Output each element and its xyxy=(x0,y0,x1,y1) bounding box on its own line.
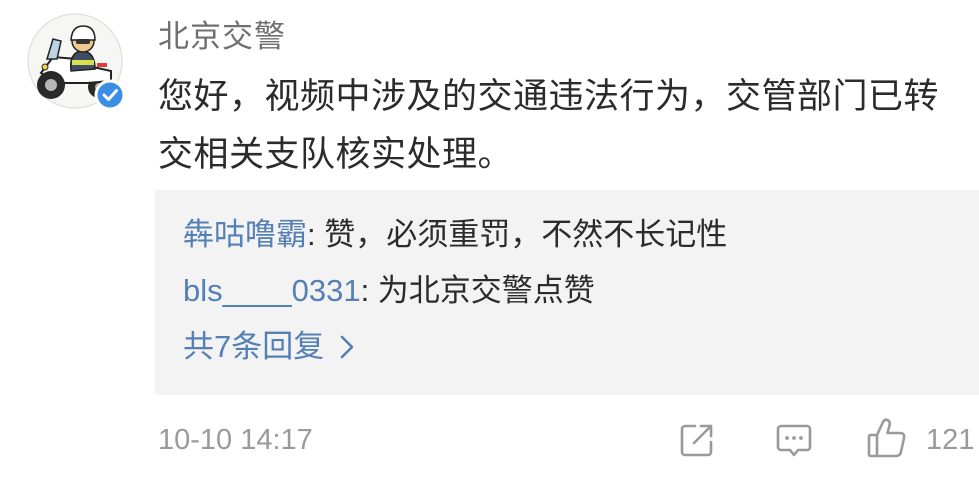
comment-button[interactable] xyxy=(774,421,814,459)
verified-badge-icon xyxy=(94,79,126,111)
comment-text: 您好，视频中涉及的交通违法行为，交管部门已转交相关支队核实处理。 xyxy=(158,77,940,174)
share-icon xyxy=(680,424,713,457)
reply-text: : 为北京交警点赞 xyxy=(360,273,595,308)
like-button[interactable]: 121 xyxy=(866,416,979,462)
reply-text: : 赞，必须重罚，不然不长记性 xyxy=(307,217,728,252)
reply-username[interactable]: bls____0331 xyxy=(183,273,361,308)
comment-icon xyxy=(776,424,812,457)
reply-username[interactable]: 犇咕噜霸 xyxy=(183,217,307,252)
thumbs-up-icon xyxy=(867,418,906,458)
reply-item[interactable]: bls____0331: 为北京交警点赞 xyxy=(183,263,951,319)
share-button[interactable] xyxy=(678,421,716,459)
author-username[interactable]: 北京交警 xyxy=(158,17,286,57)
replies-preview: 犇咕噜霸: 赞，必须重罚，不然不长记性 bls____0331: 为北京交警点赞… xyxy=(155,190,979,395)
chevron-right-icon xyxy=(340,335,354,359)
avatar[interactable] xyxy=(27,13,126,111)
more-replies-label: 共7条回复 xyxy=(183,329,325,364)
more-replies-link[interactable]: 共7条回复 xyxy=(183,319,354,375)
like-count: 121 xyxy=(926,424,975,456)
reply-item[interactable]: 犇咕噜霸: 赞，必须重罚，不然不长记性 xyxy=(183,207,951,263)
comment-timestamp: 10-10 14:17 xyxy=(158,424,313,456)
